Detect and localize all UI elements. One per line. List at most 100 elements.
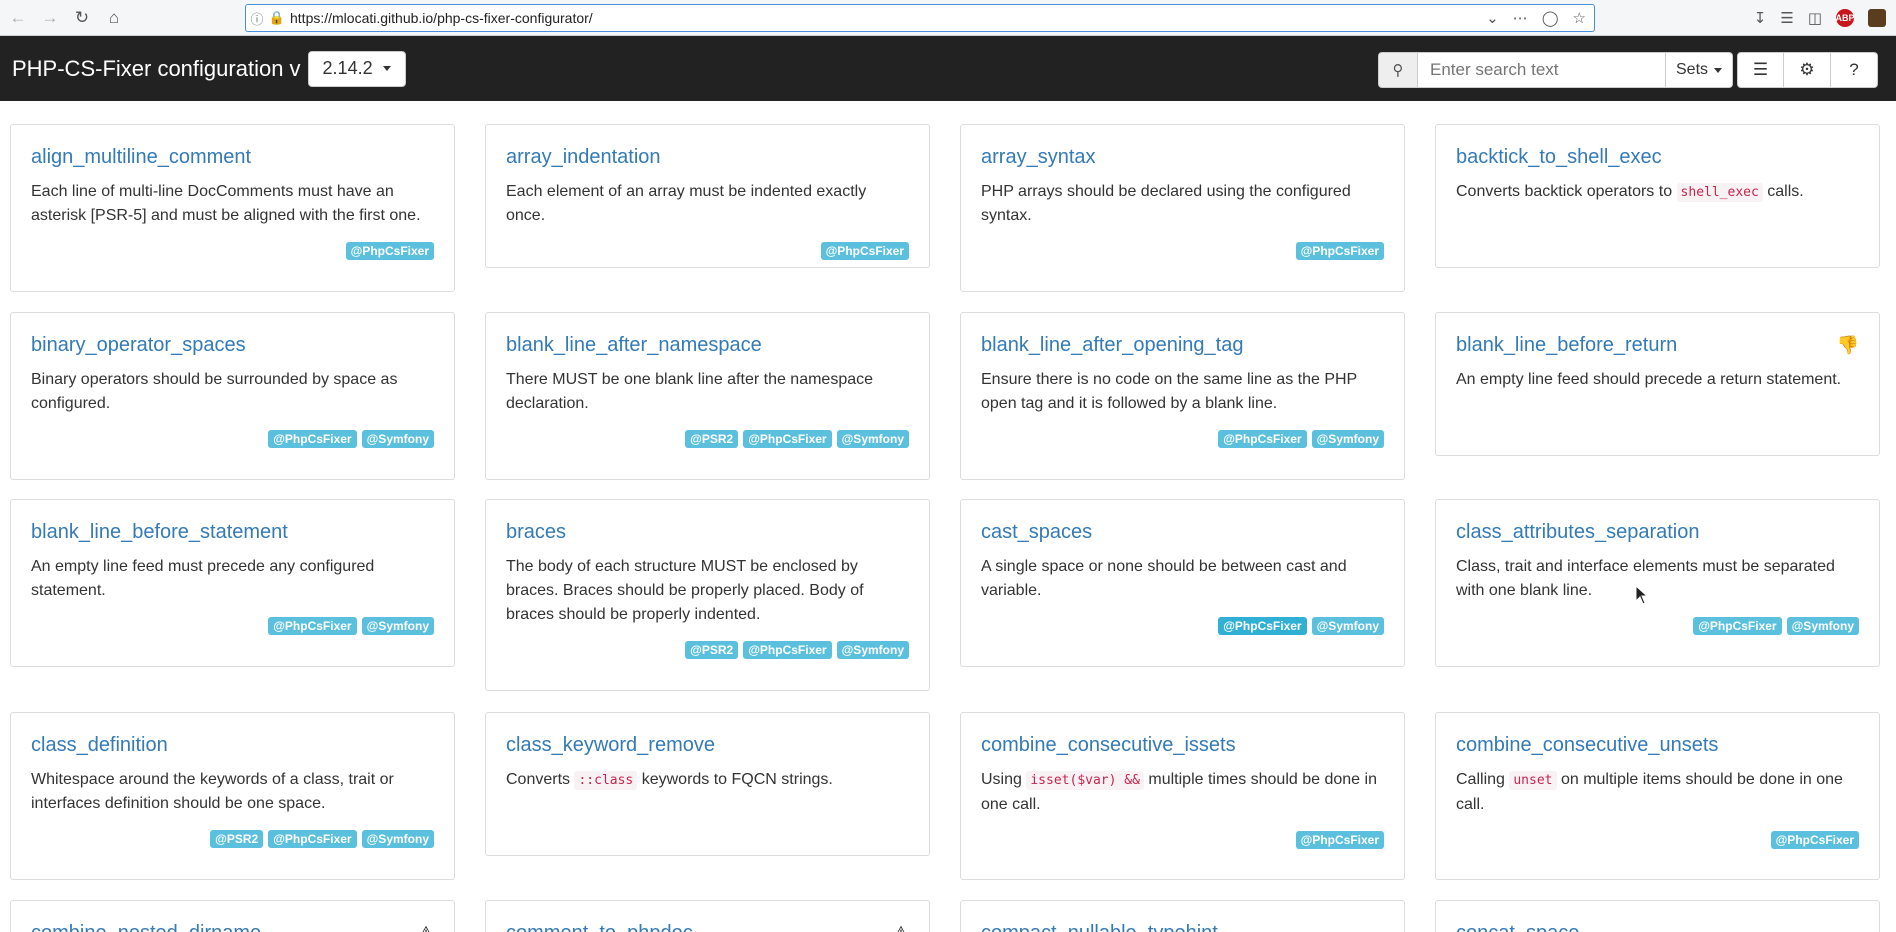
rule-title-link[interactable]: combine_nested_dirname: [31, 921, 434, 932]
rule-card[interactable]: combine_consecutive_issets Using isset($v…: [960, 712, 1405, 880]
info-icon[interactable]: ⓘ: [246, 9, 268, 28]
list-icon[interactable]: ☰: [1737, 52, 1784, 88]
set-badge[interactable]: @PhpCsFixer: [1218, 430, 1307, 448]
rule-description: Converts ::class keywords to FQCN string…: [506, 771, 833, 790]
set-badge[interactable]: @PhpCsFixer: [268, 830, 357, 848]
set-badge[interactable]: @PhpCsFixer: [820, 242, 909, 260]
home-icon[interactable]: ⌂: [100, 4, 128, 32]
set-badge[interactable]: @PhpCsFixer: [1218, 617, 1307, 635]
rule-set-badges: @PhpCsFixer: [981, 242, 1384, 260]
rule-title-link[interactable]: compact_nullable_typehint: [981, 921, 1384, 932]
lock-icon[interactable]: 🔒: [268, 10, 286, 26]
set-badge[interactable]: @Symfony: [1311, 617, 1384, 635]
set-badge[interactable]: @PhpCsFixer: [743, 430, 832, 448]
chevron-down-icon[interactable]: ⌄: [1486, 9, 1499, 27]
rule-description: The body of each structure MUST be enclo…: [506, 558, 864, 623]
more-icon[interactable]: ⋯: [1513, 9, 1528, 27]
rule-title-link[interactable]: cast_spaces: [981, 520, 1384, 544]
bookmark-star-icon[interactable]: ☆: [1573, 9, 1586, 27]
set-badge[interactable]: @Symfony: [361, 430, 434, 448]
rule-card[interactable]: braces The body of each structure MUST be…: [485, 499, 930, 691]
rule-description: Using isset($var) && multiple times shou…: [981, 771, 1377, 813]
rule-set-badges: @PSR2 @PhpCsFixer @Symfony: [31, 830, 434, 848]
rule-title-link[interactable]: array_indentation: [506, 145, 909, 169]
rule-title-link[interactable]: comment_to_phpdoc: [506, 921, 909, 932]
set-badge[interactable]: @Symfony: [361, 830, 434, 848]
rule-description: A single space or none should be between…: [981, 558, 1347, 599]
rule-title-link[interactable]: array_syntax: [981, 145, 1384, 169]
rule-card[interactable]: backtick_to_shell_exec Converts backtick …: [1435, 124, 1880, 268]
rule-title-link[interactable]: class_definition: [31, 733, 434, 757]
set-badge[interactable]: @PSR2: [685, 430, 739, 448]
rule-title-link[interactable]: concat_space: [1456, 921, 1859, 932]
page-title: PHP-CS-Fixer configuration v: [12, 55, 301, 81]
extension-icon[interactable]: [1868, 9, 1886, 27]
search-icon: ⚲: [1378, 52, 1418, 88]
rule-title-link[interactable]: blank_line_after_namespace: [506, 333, 909, 357]
rule-title-link[interactable]: binary_operator_spaces: [31, 333, 434, 357]
rule-card[interactable]: align_multiline_comment Each line of mult…: [10, 124, 455, 292]
rule-title-link[interactable]: blank_line_before_return: [1456, 333, 1859, 357]
url-bar[interactable]: ⓘ 🔒 https://mlocati.github.io/php-cs-fix…: [245, 4, 1595, 32]
download-icon[interactable]: ↧: [1754, 9, 1767, 27]
set-badge[interactable]: @PhpCsFixer: [1295, 831, 1384, 849]
rule-card[interactable]: combine_nested_dirname⚠: [10, 900, 455, 932]
set-badge[interactable]: @Symfony: [1786, 617, 1859, 635]
set-badge[interactable]: @PhpCsFixer: [1770, 831, 1859, 849]
set-badge[interactable]: @Symfony: [1311, 430, 1384, 448]
set-badge[interactable]: @PhpCsFixer: [1295, 242, 1384, 260]
url-text[interactable]: https://mlocati.github.io/php-cs-fixer-c…: [290, 10, 593, 26]
rule-card[interactable]: comment_to_phpdoc⚠: [485, 900, 930, 932]
set-badge[interactable]: @PhpCsFixer: [743, 641, 832, 659]
version-dropdown[interactable]: 2.14.2: [307, 50, 406, 87]
rule-title-link[interactable]: blank_line_after_opening_tag: [981, 333, 1384, 357]
rule-card[interactable]: blank_line_after_namespace There MUST be …: [485, 312, 930, 480]
rule-description: Converts backtick operators to shell_exe…: [1456, 183, 1804, 202]
library-icon[interactable]: ☰: [1780, 9, 1793, 27]
set-badge[interactable]: @PhpCsFixer: [1693, 617, 1782, 635]
rule-title-link[interactable]: combine_consecutive_issets: [981, 733, 1384, 757]
rule-card[interactable]: cast_spaces A single space or none should…: [960, 499, 1405, 667]
rule-title-link[interactable]: class_keyword_remove: [506, 733, 909, 757]
set-badge[interactable]: @PhpCsFixer: [268, 617, 357, 635]
sidebar-icon[interactable]: ◫: [1808, 9, 1822, 27]
app-navbar: PHP-CS-Fixer configuration v 2.14.2 ⚲ Se…: [0, 36, 1896, 101]
set-badge[interactable]: @Symfony: [836, 641, 909, 659]
rule-title-link[interactable]: align_multiline_comment: [31, 145, 434, 169]
gear-icon[interactable]: ⚙: [1784, 52, 1831, 88]
set-badge[interactable]: @Symfony: [836, 430, 909, 448]
rule-description: An empty line feed should precede a retu…: [1456, 371, 1842, 388]
rule-card[interactable]: class_keyword_removeConverts ::class key…: [485, 712, 930, 856]
set-badge[interactable]: @PhpCsFixer: [345, 242, 434, 260]
back-icon[interactable]: ←: [4, 4, 32, 32]
set-badge[interactable]: @Symfony: [361, 617, 434, 635]
rule-card[interactable]: class_definition Whitespace around the ke…: [10, 712, 455, 880]
help-icon[interactable]: ?: [1831, 52, 1878, 88]
rule-card[interactable]: combine_consecutive_unsets Calling unset …: [1435, 712, 1880, 880]
rule-card[interactable]: compact_nullable_typehint: [960, 900, 1405, 932]
sets-dropdown[interactable]: Sets: [1666, 52, 1734, 88]
search-input[interactable]: [1418, 52, 1666, 88]
rule-title-link[interactable]: combine_consecutive_unsets: [1456, 733, 1859, 757]
rule-card[interactable]: array_syntax PHP arrays should be declare…: [960, 124, 1405, 292]
set-badge[interactable]: @PhpCsFixer: [268, 430, 357, 448]
pocket-icon[interactable]: ◯: [1542, 9, 1559, 27]
rule-title-link[interactable]: blank_line_before_statement: [31, 520, 434, 544]
rule-card[interactable]: array_indentation Each element of an arra…: [485, 124, 930, 268]
adblock-icon[interactable]: ABP: [1836, 9, 1855, 27]
rule-title-link[interactable]: backtick_to_shell_exec: [1456, 145, 1859, 169]
set-badge[interactable]: @PSR2: [210, 830, 264, 848]
rule-set-badges: @PhpCsFixer: [981, 831, 1384, 849]
rule-card[interactable]: binary_operator_spaces Binary operators s…: [10, 312, 455, 480]
rule-description: An empty line feed must precede any conf…: [31, 558, 375, 599]
rule-card[interactable]: blank_line_after_opening_tag Ensure there…: [960, 312, 1405, 480]
rule-card[interactable]: blank_line_before_return 👎 An empty line f…: [1435, 312, 1880, 456]
rule-card[interactable]: class_attributes_separation Class, trait …: [1435, 499, 1880, 667]
rule-title-link[interactable]: class_attributes_separation: [1456, 520, 1859, 544]
rule-card[interactable]: blank_line_before_statement An empty line…: [10, 499, 455, 667]
rule-card[interactable]: concat_space: [1435, 900, 1880, 932]
rule-title-link[interactable]: braces: [506, 520, 909, 544]
forward-icon[interactable]: →: [36, 4, 64, 32]
reload-icon[interactable]: ↻: [68, 4, 96, 32]
set-badge[interactable]: @PSR2: [685, 641, 739, 659]
